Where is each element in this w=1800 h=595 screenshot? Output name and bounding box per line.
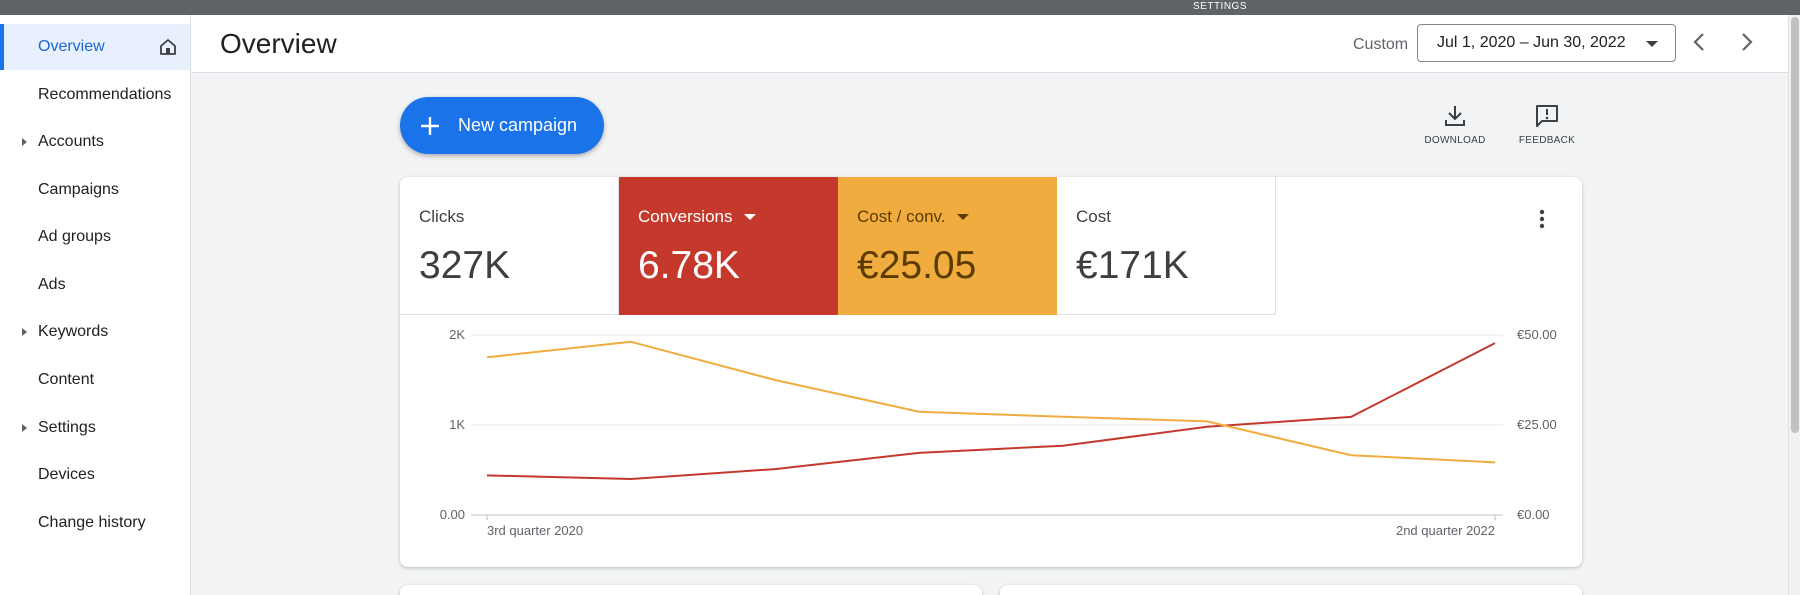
date-mode-label: Custom — [1353, 36, 1409, 53]
sidebar-item-accounts[interactable]: Accounts — [0, 119, 190, 165]
dropdown-arrow-icon — [1646, 41, 1658, 47]
sidebar-item-ads[interactable]: Ads — [0, 262, 190, 308]
y-right-tick-label: €0.00 — [1517, 507, 1550, 522]
sidebar-item-campaigns[interactable]: Campaigns — [0, 167, 190, 213]
metric-conversions[interactable]: Conversions 6.78K — [619, 177, 838, 315]
sidebar-item-label: Content — [38, 371, 95, 388]
expand-caret-icon[interactable] — [22, 328, 27, 336]
y-left-tick-label: 0.00 — [440, 507, 465, 522]
top-strip-label: SETTINGS — [1193, 1, 1248, 12]
sidebar-item-recommendations[interactable]: Recommendations — [0, 72, 190, 118]
y-left-tick-label: 1K — [449, 417, 465, 432]
sidebar-item-ad-groups[interactable]: Ad groups — [0, 214, 190, 260]
metric-cost-per-conversion[interactable]: Cost / conv. €25.05 — [838, 177, 1057, 315]
top-strip: SETTINGS — [0, 0, 1800, 15]
performance-chart: 0.00 €0.00 1K €25.00 2K €50.00 3rd quarter 202… — [440, 327, 1557, 538]
sidebar-item-label: Recommendations — [38, 86, 172, 103]
sidebar-item-change-history[interactable]: Change history — [0, 500, 190, 546]
x-tick-label: 2nd quarter 2022 — [1396, 523, 1495, 538]
download-button[interactable]: DOWNLOAD — [1410, 103, 1500, 146]
new-campaign-label: New campaign — [458, 115, 578, 135]
metric-label-row: Cost / conv. — [857, 207, 1057, 227]
metric-value: 327K — [419, 244, 511, 287]
date-range-picker[interactable]: Jul 1, 2020 – Jun 30, 2022 — [1417, 24, 1676, 62]
previous-period-icon[interactable] — [1686, 28, 1714, 56]
sidebar-item-devices[interactable]: Devices — [0, 452, 190, 498]
sidebar-item-label: Change history — [38, 514, 146, 531]
home-icon[interactable] — [159, 38, 177, 56]
metric-value: €25.05 — [857, 244, 977, 287]
feedback-label: FEEDBACK — [1518, 135, 1576, 146]
metric-label: Clicks — [419, 207, 465, 226]
performance-card: Clicks 327K Conversions 6.78K Cost / con… — [400, 177, 1582, 567]
new-campaign-button[interactable]: New campaign — [400, 97, 604, 154]
sidebar-item-label: Ad groups — [38, 228, 111, 245]
scrollbar-thumb[interactable] — [1791, 17, 1799, 433]
sidebar: Overview Recommendations Accounts Campai… — [0, 15, 191, 595]
sidebar-item-settings[interactable]: Settings — [0, 405, 190, 451]
sidebar-item-label: Campaigns — [38, 181, 119, 198]
y-right-tick-label: €25.00 — [1517, 417, 1557, 432]
metric-dropdown-icon[interactable] — [956, 214, 969, 220]
y-left-tick-label: 2K — [449, 327, 465, 342]
sidebar-item-label: Overview — [38, 38, 105, 55]
sidebar-item-content[interactable]: Content — [0, 357, 190, 403]
series-line-cost-conv- — [486, 340, 1496, 464]
metric-value: 6.78K — [638, 244, 740, 287]
expand-caret-icon[interactable] — [22, 424, 27, 432]
download-icon — [1445, 106, 1465, 126]
metric-label: Cost / conv. — [857, 207, 946, 226]
secondary-card-left — [400, 585, 982, 595]
metric-value: €171K — [1076, 244, 1189, 287]
metric-dropdown-icon[interactable] — [743, 214, 756, 220]
more-options-icon[interactable] — [1530, 207, 1554, 231]
sidebar-item-overview[interactable]: Overview — [0, 24, 190, 70]
date-range-value: Jul 1, 2020 – Jun 30, 2022 — [1437, 34, 1626, 51]
page-scrollbar[interactable] — [1788, 15, 1800, 595]
plus-icon — [421, 117, 439, 135]
download-label: DOWNLOAD — [1424, 135, 1486, 146]
x-tick-label: 3rd quarter 2020 — [487, 523, 583, 538]
y-right-tick-label: €50.00 — [1517, 327, 1557, 342]
metric-label: Cost — [1076, 207, 1111, 226]
metric-label: Conversions — [638, 207, 733, 226]
metric-cost[interactable]: Cost €171K — [1057, 177, 1276, 315]
expand-caret-icon[interactable] — [22, 138, 27, 146]
secondary-card-right — [1000, 585, 1582, 595]
sidebar-item-label: Accounts — [38, 133, 104, 150]
sidebar-item-label: Devices — [38, 466, 95, 483]
metric-clicks[interactable]: Clicks 327K — [400, 177, 619, 315]
page-header: Overview Custom Jul 1, 2020 – Jun 30, 20… — [191, 15, 1788, 73]
metric-label-row: Conversions — [638, 207, 838, 227]
sidebar-item-label: Settings — [38, 419, 96, 436]
series-line-conversions — [486, 342, 1496, 481]
feedback-button[interactable]: FEEDBACK — [1502, 103, 1592, 146]
sidebar-item-label: Keywords — [38, 323, 109, 340]
sidebar-item-keywords[interactable]: Keywords — [0, 309, 190, 355]
next-period-icon[interactable] — [1732, 28, 1760, 56]
sidebar-item-label: Ads — [38, 276, 66, 293]
page-title: Overview — [220, 28, 337, 59]
feedback-icon — [1536, 105, 1558, 127]
